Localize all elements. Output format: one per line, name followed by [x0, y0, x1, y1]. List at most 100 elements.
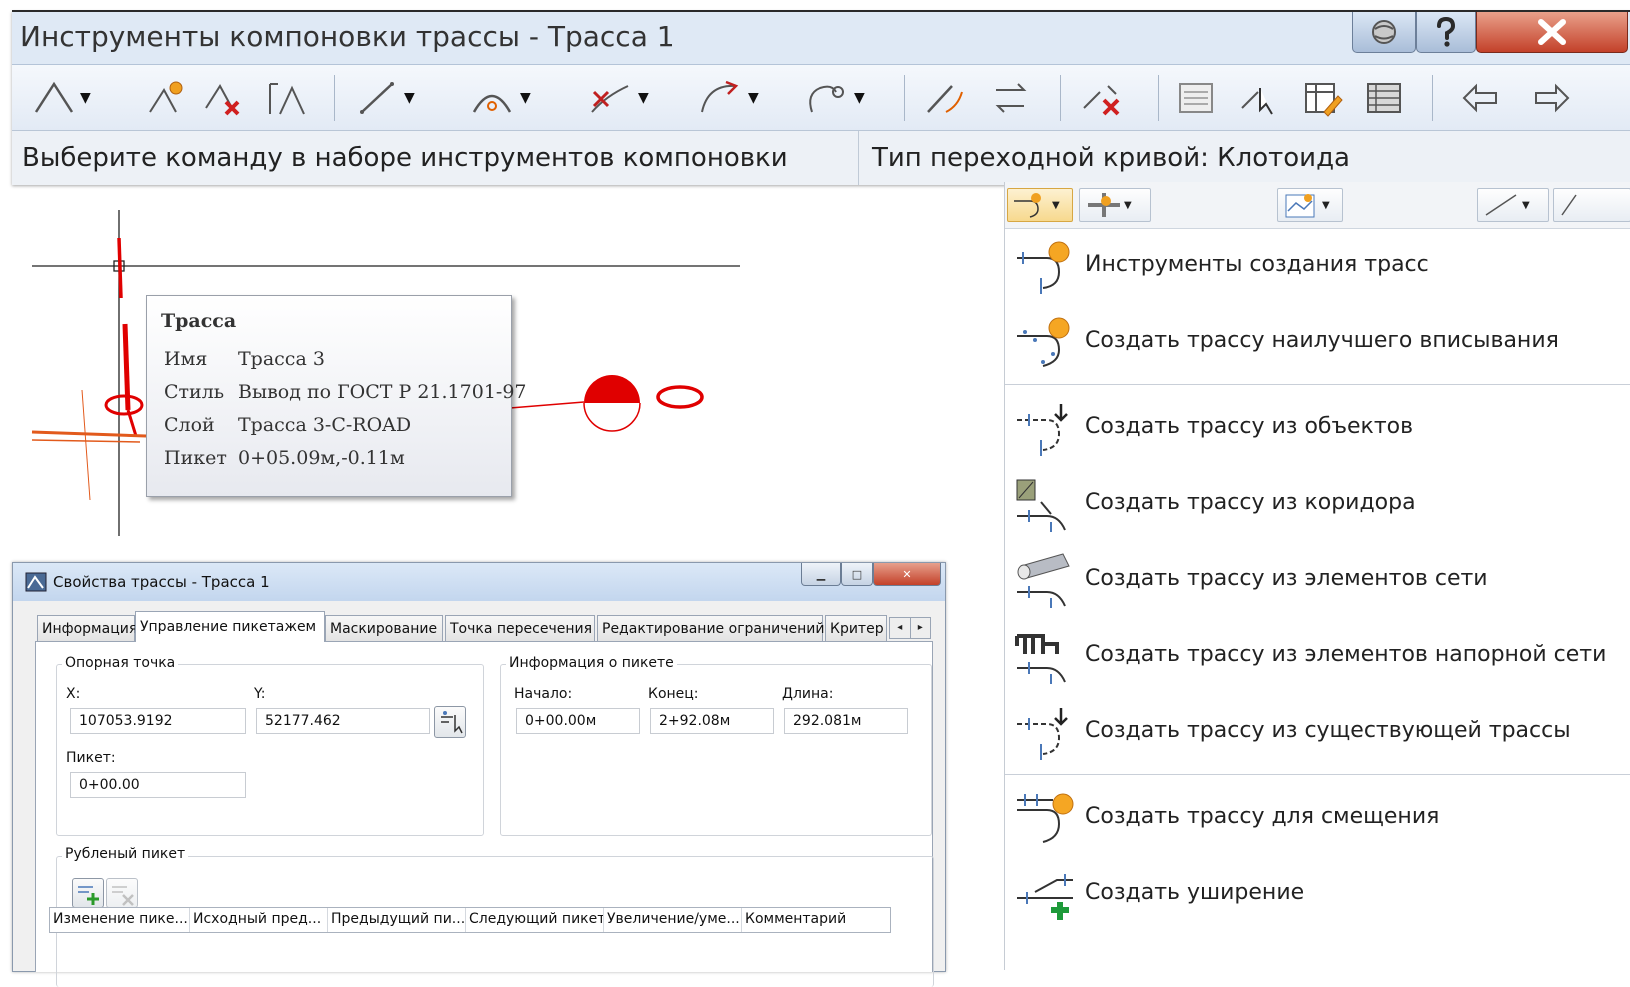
add-equation-button[interactable]	[72, 878, 104, 908]
delete-equation-button[interactable]	[106, 878, 138, 908]
chevron-down-icon: ▼	[638, 90, 649, 106]
tooltip-row-layer: Слой Трасса 3-C-ROAD	[164, 414, 411, 436]
reverse-direction-button[interactable]	[988, 77, 1036, 119]
undo-button[interactable]	[1458, 77, 1502, 119]
end-field[interactable]: 2+92.08м	[650, 708, 774, 734]
column-header[interactable]: Предыдущий пи...	[328, 908, 466, 932]
alignment-grid-view-button[interactable]	[1362, 77, 1406, 119]
offset-alignment-icon	[1017, 793, 1074, 843]
tab-information[interactable]: Информация	[37, 615, 137, 641]
intersection-icon	[1088, 193, 1120, 217]
alignment-tooltip: Трасса Имя Трасса 3 Стиль Вывод по ГОСТ Р …	[146, 295, 527, 497]
menu-item-alignment-from-existing[interactable]: Создать трассу из существующей трассы	[1005, 698, 1630, 768]
ribbon-button-row: ▼ ▼ ▼ ▼	[1005, 182, 1630, 229]
toolbar-status-row: Выберите команду в наборе инструментов к…	[12, 130, 1630, 185]
tab-scroller[interactable]: ◂ ▸	[889, 617, 931, 639]
menu-item-alignment-from-network[interactable]: Создать трассу из элементов сети	[1005, 546, 1630, 616]
insert-pi-button[interactable]	[146, 77, 190, 119]
column-header[interactable]: Увеличение/уме...	[604, 908, 742, 932]
polyline-dropdown-button[interactable]	[1553, 188, 1630, 222]
intersection-dropdown-button[interactable]: ▼	[1079, 188, 1151, 222]
orange-linework	[31, 430, 147, 438]
alignment-dropdown-button[interactable]: ▼	[1007, 188, 1073, 222]
end-label: Конец:	[648, 686, 699, 702]
tooltip-label: Слой	[164, 414, 215, 436]
menu-item-widening[interactable]: Создать уширение	[1005, 860, 1630, 930]
menu-item-offset-alignment[interactable]: Создать трассу для смещения	[1005, 784, 1630, 854]
redo-button[interactable]	[1530, 77, 1574, 119]
alignment-properties-dialog: Свойства трассы - Трасса 1 ▁ □ ✕ Информа…	[12, 562, 946, 987]
edit-best-fit-button[interactable]	[1174, 77, 1218, 119]
float-curve-icon	[809, 85, 844, 113]
toolbar-separator	[904, 75, 905, 121]
close-icon: ✕	[902, 567, 912, 581]
curve-spiral-tools-button[interactable]: ▼	[696, 77, 759, 119]
station-field[interactable]: 0+00.00	[70, 772, 246, 798]
pick-subentity-button[interactable]	[1238, 77, 1282, 119]
float-curve-tools-button[interactable]: ▼	[802, 77, 865, 119]
menu-separator	[1005, 774, 1630, 775]
help-button[interactable]	[1416, 12, 1476, 53]
column-header[interactable]: Исходный пред...	[190, 908, 328, 932]
undo-icon	[1462, 83, 1497, 113]
y-label: Y:	[254, 686, 266, 702]
toolbar-title: Инструменты компоновки трассы - Трасса 1	[20, 20, 675, 53]
dialog-close-button[interactable]: ✕	[873, 563, 941, 586]
spiral-tools-button[interactable]: ▼	[586, 77, 649, 119]
maximize-icon: □	[851, 567, 863, 581]
menu-item-label: Создать трассу наилучшего вписывания	[1085, 328, 1559, 353]
delete-subentity-icon	[1083, 85, 1120, 116]
line-dropdown-button[interactable]: ▼	[1477, 188, 1549, 222]
tab-station-control[interactable]: Управление пикетажем	[135, 611, 325, 642]
grid-view-icon	[1367, 83, 1401, 113]
subentity-editor-button[interactable]	[1300, 77, 1344, 119]
status-divider	[858, 131, 859, 185]
column-header[interactable]: Комментарий	[742, 908, 890, 932]
tooltip-value: Вывод по ГОСТ Р 21.1701-97	[238, 381, 527, 403]
minimize-button[interactable]: ▁	[801, 563, 841, 586]
x-field[interactable]: 107053.9192	[70, 708, 246, 734]
x-label: X:	[66, 686, 81, 702]
break-apart-pi-button[interactable]	[264, 77, 312, 119]
curve-tools-button[interactable]: ▼	[468, 77, 531, 119]
reference-point-label: Опорная точка	[62, 655, 179, 671]
command-prompt: Выберите команду в наборе инструментов к…	[22, 143, 788, 173]
menu-item-best-fit-alignment[interactable]: Создать трассу наилучшего вписывания	[1005, 308, 1630, 378]
column-header[interactable]: Изменение пике...	[50, 908, 190, 932]
menu-item-alignment-from-pressure-network[interactable]: Создать трассу из элементов напорной сет…	[1005, 622, 1630, 692]
fixed-line-icon	[360, 82, 394, 114]
length-field[interactable]: 292.081м	[784, 708, 908, 734]
tooltip-row-name: Имя Трасса 3	[164, 348, 325, 370]
convert-autocad-button[interactable]	[922, 77, 970, 119]
pi-tools-button[interactable]: ▼	[32, 77, 91, 119]
chevron-down-icon: ▼	[1522, 199, 1530, 211]
chevron-down-icon: ▼	[1322, 199, 1330, 211]
tab-criteria[interactable]: Критер	[825, 615, 887, 641]
length-label: Длина:	[782, 686, 834, 702]
toolbar-tools-row: ▼ ▼ ▼ ▼ ▼ ▼	[12, 64, 1630, 131]
profile-view-dropdown-button[interactable]: ▼	[1277, 188, 1343, 222]
pick-subentity-icon	[1241, 88, 1273, 115]
menu-item-alignment-from-objects[interactable]: Создать трассу из объектов	[1005, 394, 1630, 464]
delete-equation-icon	[112, 886, 134, 906]
globe-icon	[1372, 20, 1396, 44]
delete-pi-button[interactable]	[202, 77, 246, 119]
chevron-right-icon[interactable]: ▸	[909, 618, 931, 638]
pick-point-button[interactable]	[434, 706, 466, 738]
tab-constraint-editing[interactable]: Редактирование ограничений	[597, 615, 825, 641]
delete-subentity-button[interactable]	[1078, 77, 1130, 119]
maximize-button[interactable]: □	[841, 563, 873, 586]
menu-item-alignment-tools[interactable]: Инструменты создания трасс	[1005, 232, 1630, 302]
alignment-creation-menu: ▼ ▼ ▼ ▼ Инструменты создания трасс Созда…	[1004, 182, 1630, 970]
chevron-left-icon[interactable]: ◂	[890, 618, 910, 638]
globe-button[interactable]	[1352, 12, 1416, 53]
close-button[interactable]	[1476, 12, 1628, 53]
menu-item-alignment-from-corridor[interactable]: Создать трассу из коридора	[1005, 470, 1630, 540]
tab-masking[interactable]: Маскирование	[325, 615, 443, 641]
column-header[interactable]: Следующий пикет	[466, 908, 604, 932]
y-field[interactable]: 52177.462	[256, 708, 430, 734]
start-field[interactable]: 0+00.00м	[516, 708, 640, 734]
line-tools-button[interactable]: ▼	[356, 77, 415, 119]
tab-pi[interactable]: Точка пересечения	[445, 615, 595, 641]
station-info-label: Информация о пикете	[506, 655, 677, 671]
